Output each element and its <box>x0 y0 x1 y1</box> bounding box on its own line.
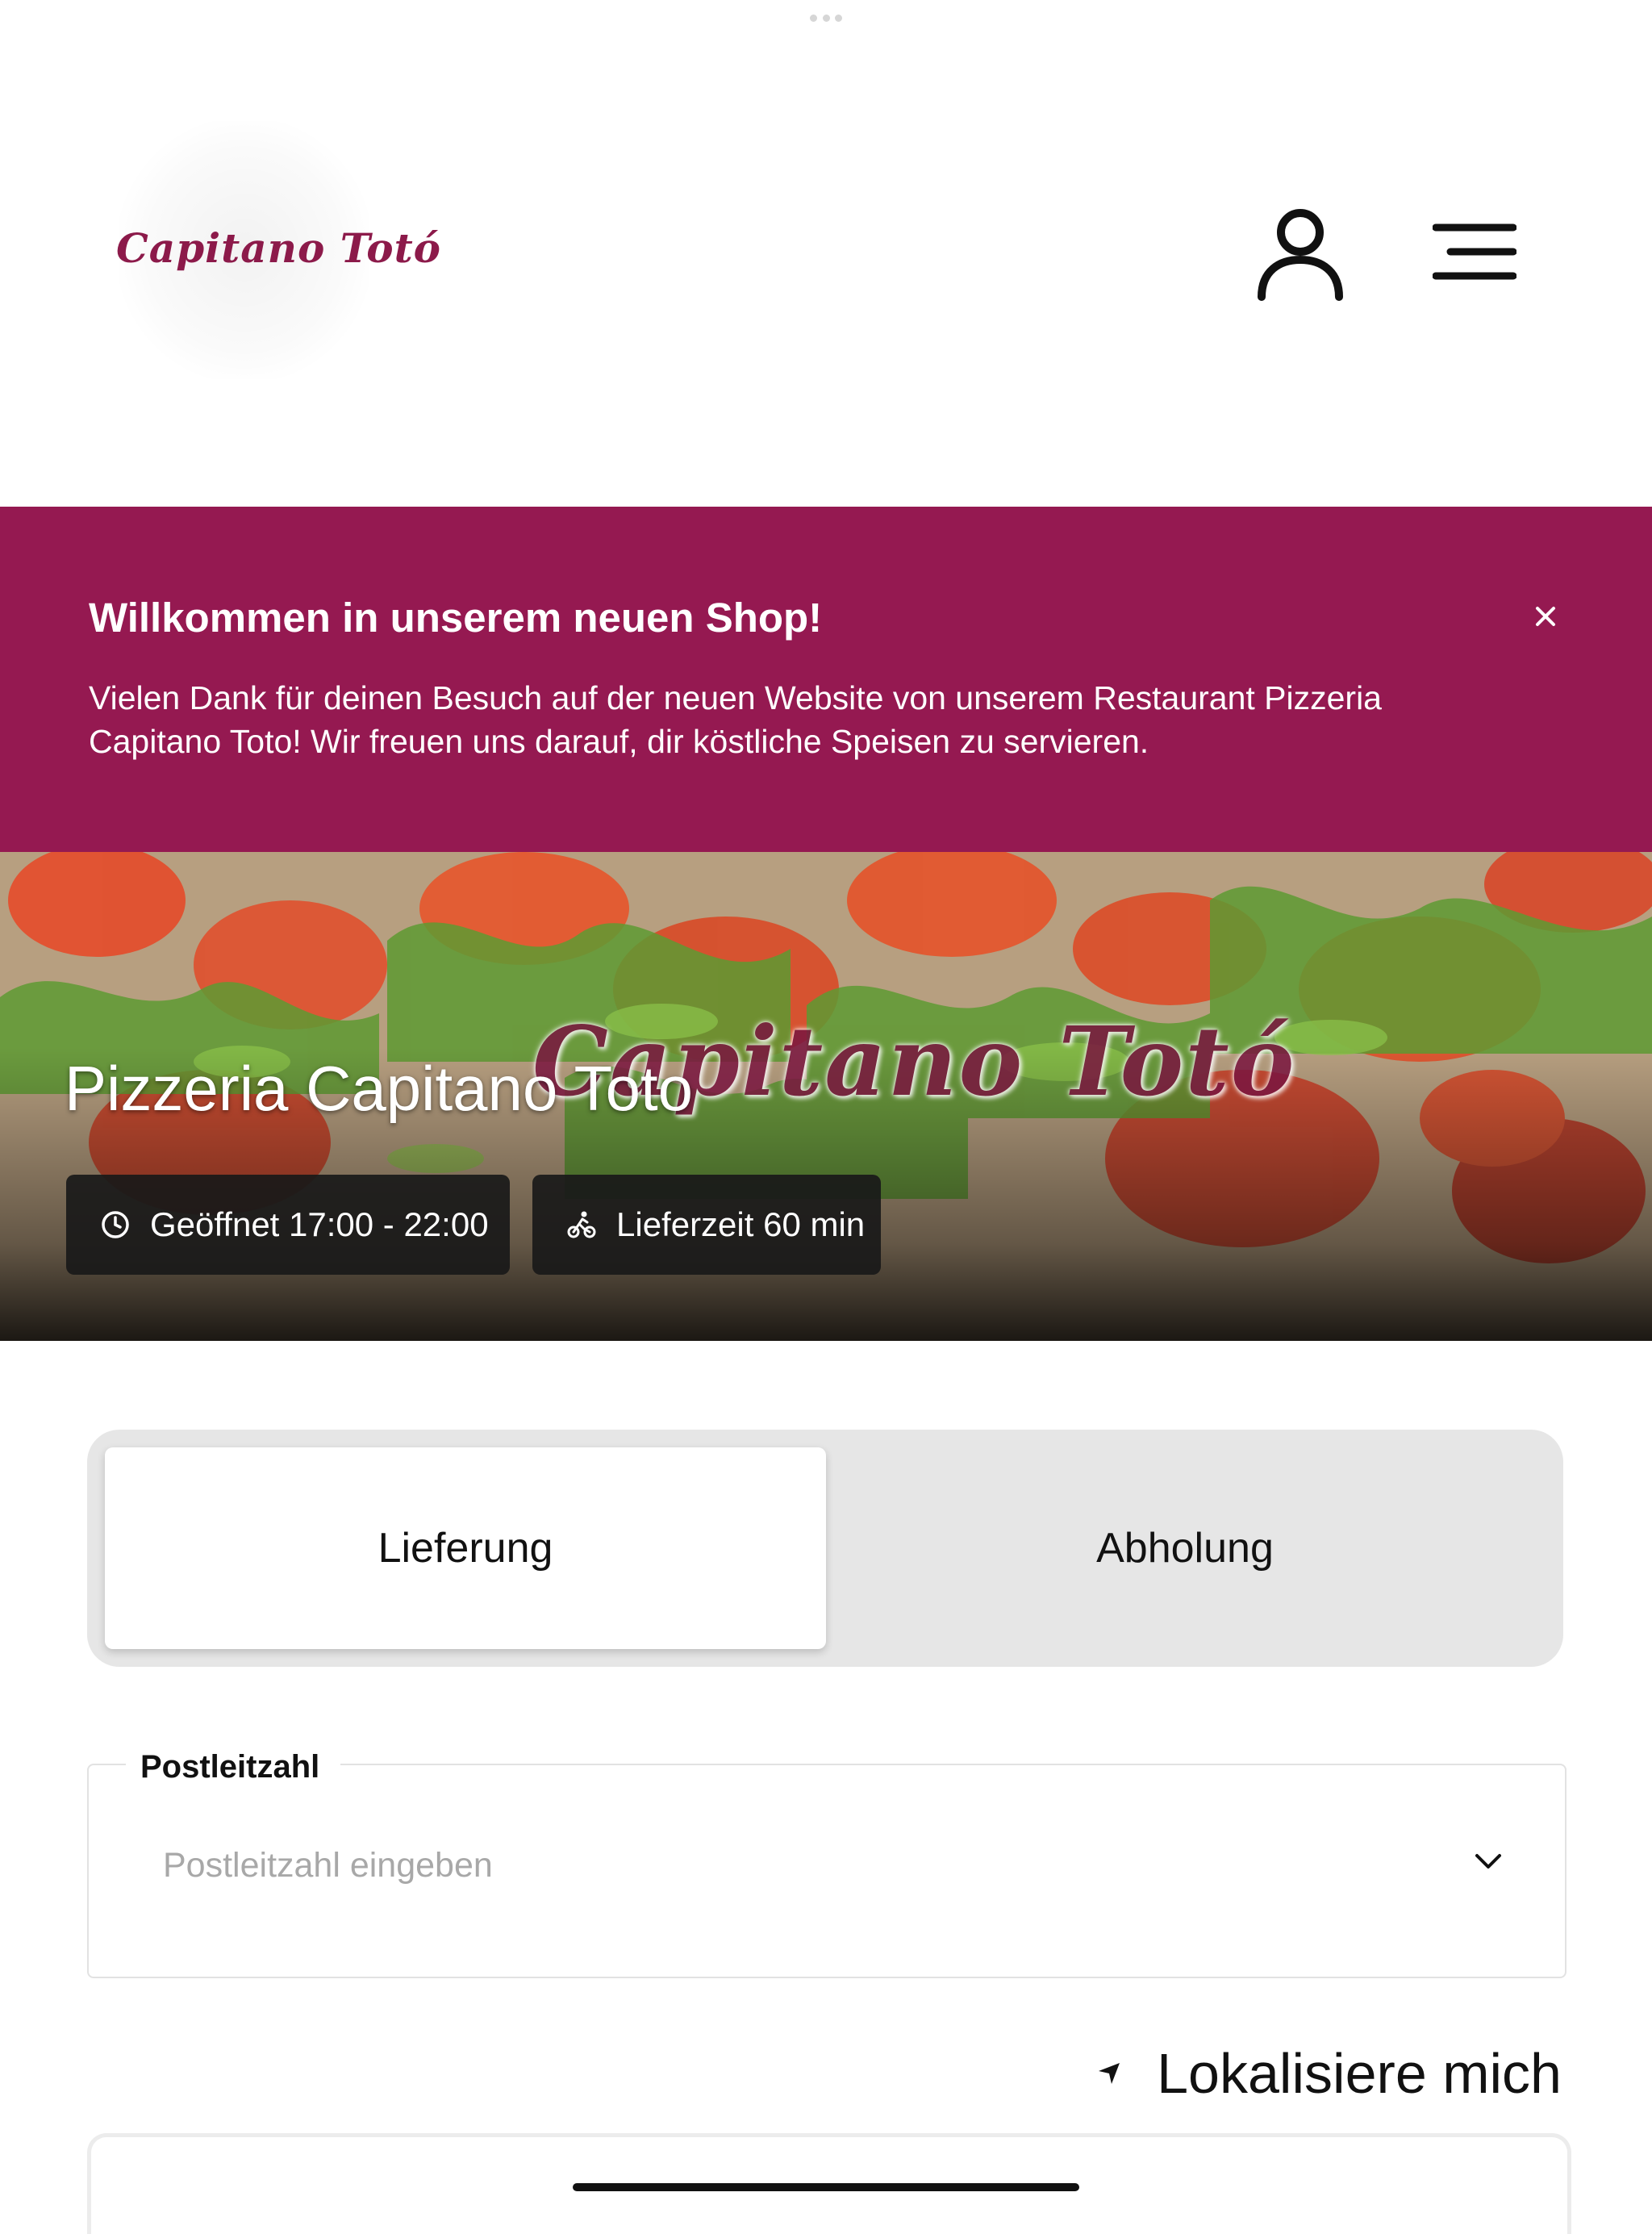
locate-me-label: Lokalisiere mich <box>1157 2042 1562 2105</box>
hamburger-menu-icon[interactable] <box>1433 223 1516 281</box>
locate-me-button[interactable]: Lokalisiere mich <box>1097 2041 1562 2106</box>
tab-pickup[interactable]: Abholung <box>824 1447 1546 1649</box>
user-icon[interactable] <box>1255 207 1345 302</box>
banner-text: Vielen Dank für deinen Besuch auf der ne… <box>89 679 1382 760</box>
postal-code-label: Postleitzahl <box>126 1749 341 1785</box>
delivery-time-chip: Lieferzeit 60 min <box>532 1175 881 1275</box>
multitasking-dots[interactable] <box>810 15 842 23</box>
logo-text: Capitano Totó <box>116 224 442 272</box>
postal-code-field[interactable]: Postleitzahl <box>87 1749 1566 1978</box>
clock-icon <box>102 1211 129 1238</box>
home-indicator[interactable] <box>573 2183 1079 2191</box>
tab-delivery[interactable]: Lieferung <box>105 1447 826 1649</box>
postal-code-input[interactable] <box>163 1846 1454 1885</box>
close-icon[interactable] <box>1529 600 1562 633</box>
order-mode-toggle: Lieferung Abholung <box>87 1430 1563 1667</box>
welcome-banner: Willkommen in unserem neuen Shop! Vielen… <box>0 507 1652 852</box>
delivery-bike-icon <box>567 1211 596 1238</box>
opening-hours-text: Geöffnet 17:00 - 22:00 <box>150 1205 489 1243</box>
opening-hours-chip: Geöffnet 17:00 - 22:00 <box>66 1175 510 1275</box>
location-arrow-icon <box>1099 2063 1120 2084</box>
hero-image: Capitano Totó Pizzeria Capitano Toto Geö… <box>0 852 1652 1341</box>
restaurant-logo[interactable]: Capitano Totó <box>111 113 440 387</box>
banner-title: Willkommen in unserem neuen Shop! <box>89 595 823 641</box>
delivery-time-text: Lieferzeit 60 min <box>616 1205 866 1243</box>
chevron-down-icon[interactable] <box>1473 1851 1504 1872</box>
restaurant-name: Pizzeria Capitano Toto <box>65 1053 694 1124</box>
